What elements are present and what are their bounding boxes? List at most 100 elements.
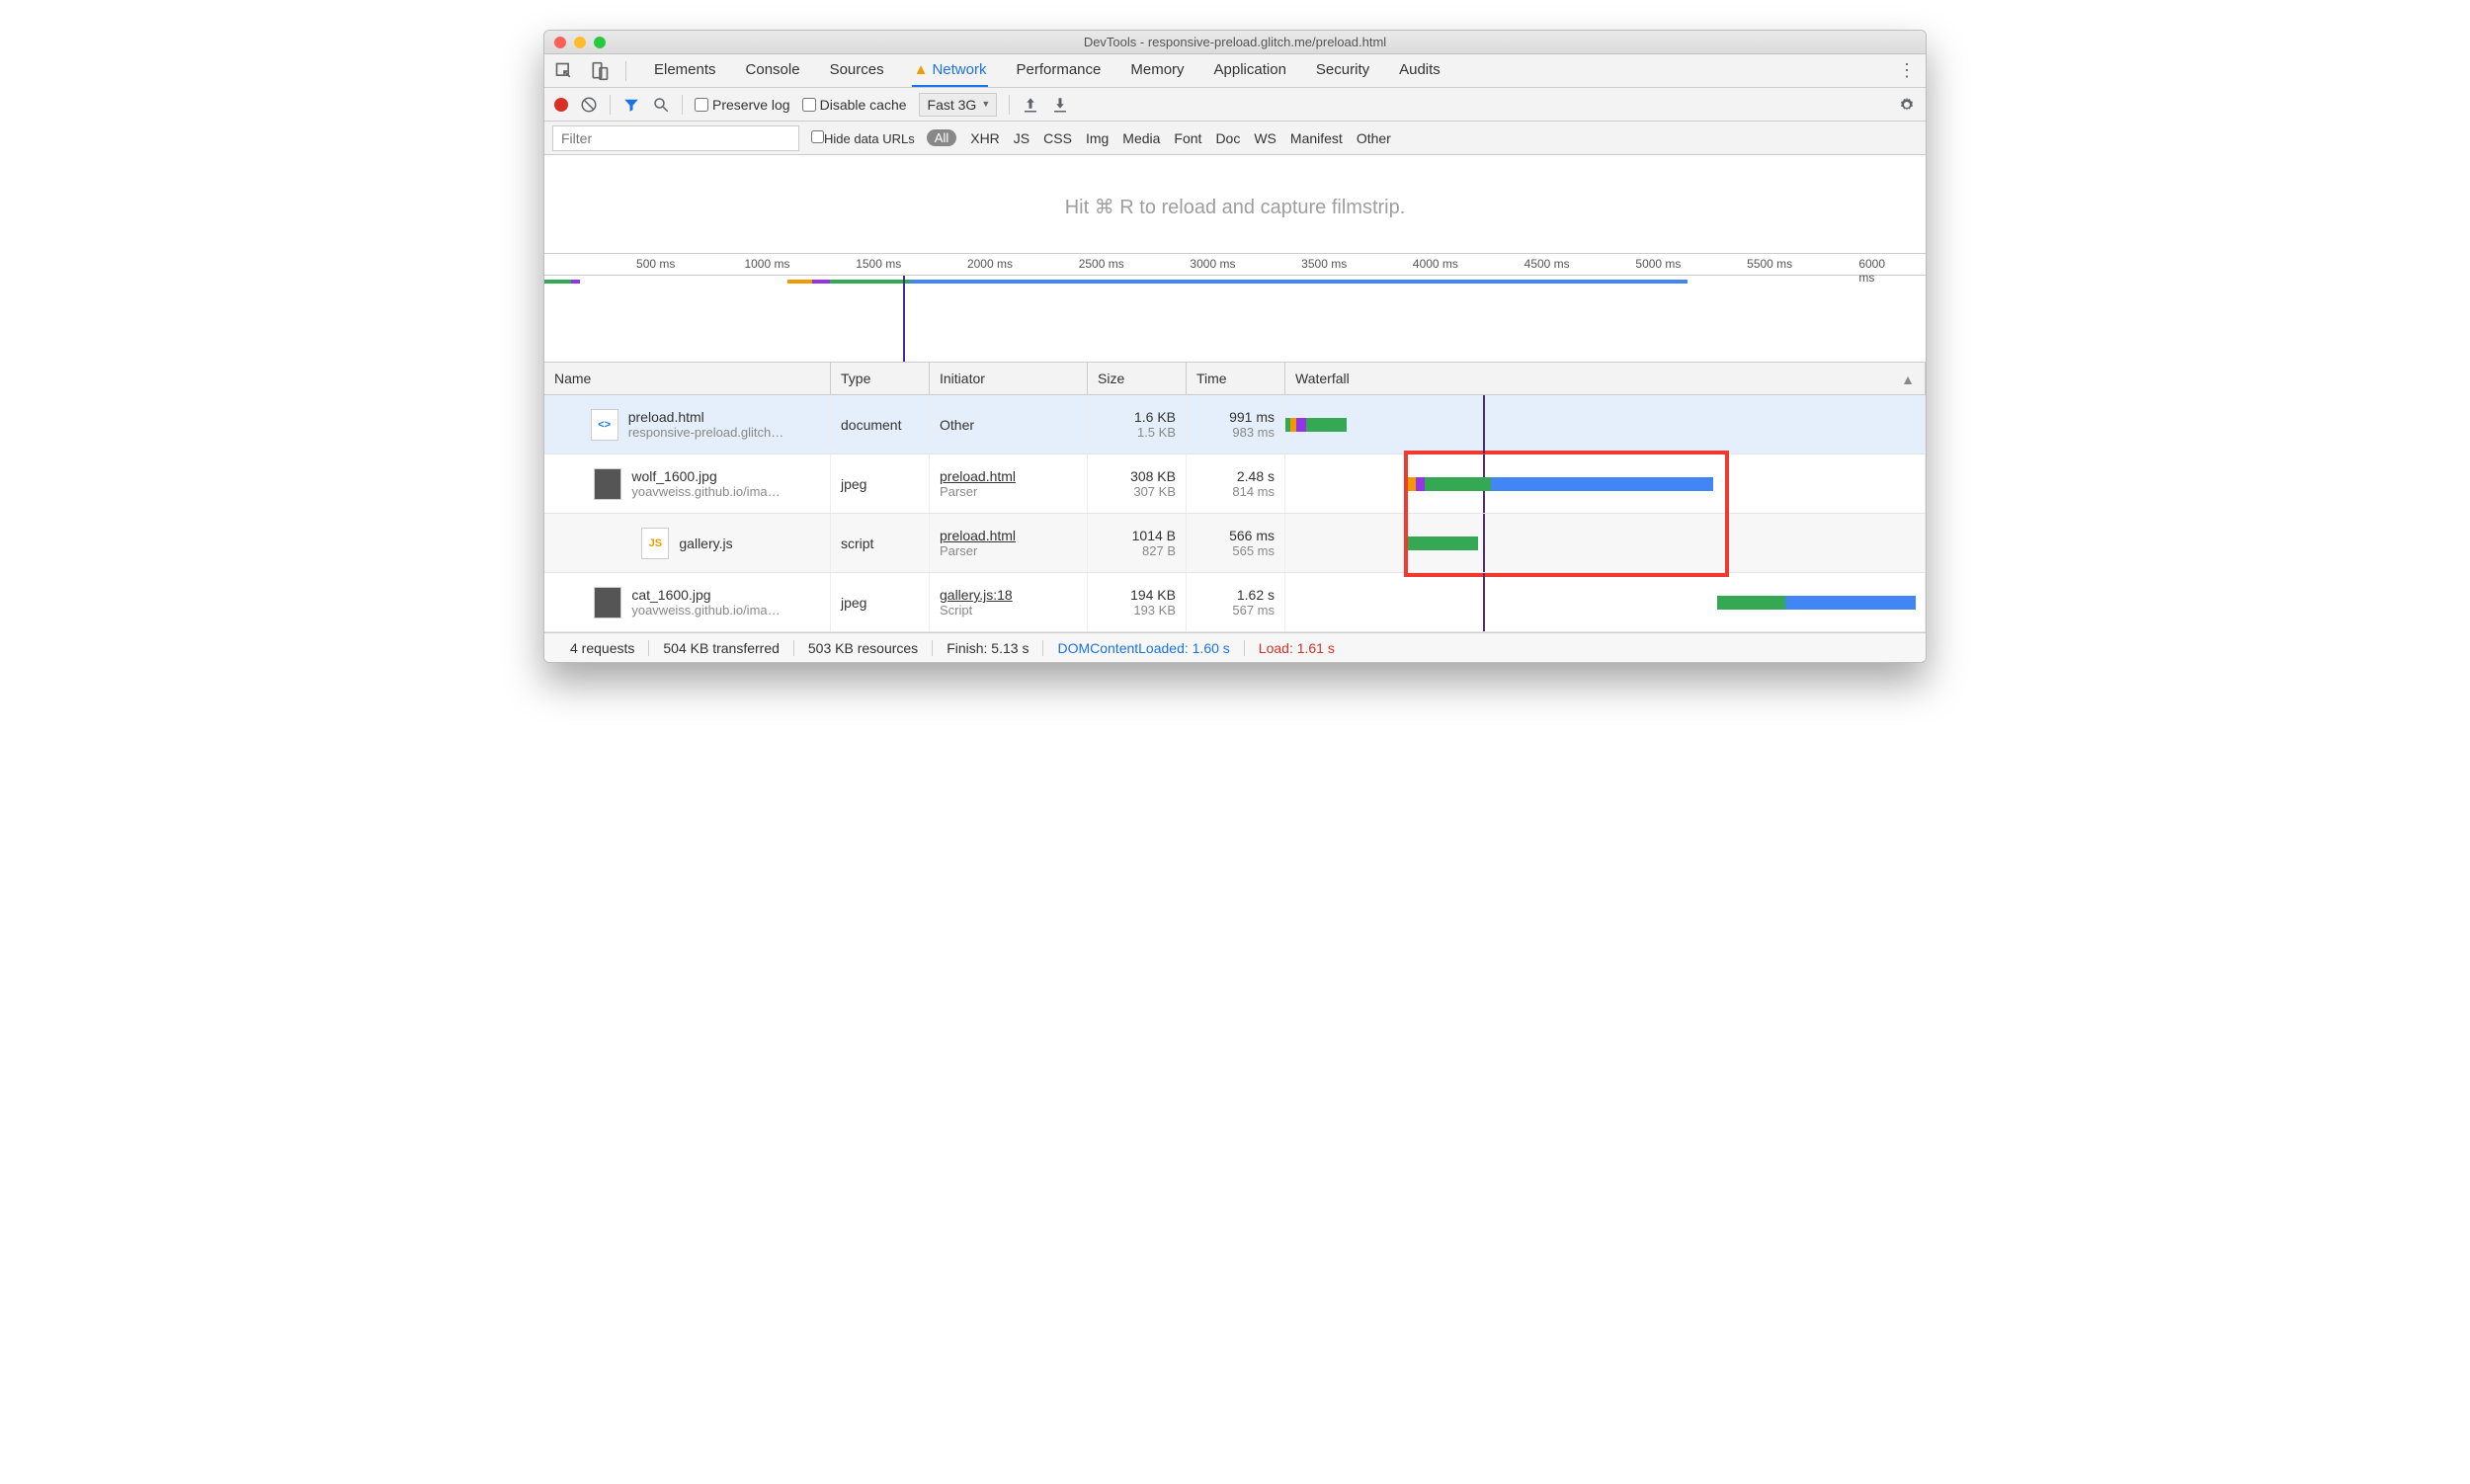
minimize-window[interactable]	[574, 37, 586, 48]
initiator-link[interactable]: preload.html	[940, 528, 1077, 543]
tab-performance[interactable]: Performance	[1014, 54, 1103, 87]
request-size: 1014 B827 B	[1088, 514, 1187, 572]
filter-type-all[interactable]: All	[927, 129, 956, 146]
filter-type-manifest[interactable]: Manifest	[1290, 130, 1343, 146]
request-name: wolf_1600.jpg	[631, 468, 780, 484]
upload-har-icon[interactable]	[1022, 96, 1039, 114]
table-row[interactable]: <>preload.htmlresponsive-preload.glitch……	[544, 395, 1926, 454]
filmstrip-hint: Hit ⌘ R to reload and capture filmstrip.	[544, 155, 1926, 254]
initiator-link[interactable]: gallery.js:18	[940, 587, 1077, 603]
status-bar: 4 requests 504 KB transferred 503 KB res…	[544, 632, 1926, 662]
tick: 5000 ms	[1635, 257, 1681, 271]
tab-memory[interactable]: Memory	[1128, 54, 1186, 87]
tab-audits[interactable]: Audits	[1397, 54, 1442, 87]
zoom-window[interactable]	[594, 37, 606, 48]
filter-type-doc[interactable]: Doc	[1215, 130, 1240, 146]
tick: 2500 ms	[1079, 257, 1124, 271]
tick: 4000 ms	[1413, 257, 1458, 271]
waterfall-bar	[1408, 477, 1415, 491]
divider	[1009, 95, 1010, 115]
traffic-lights	[544, 37, 606, 48]
search-icon[interactable]	[652, 96, 670, 114]
filter-type-js[interactable]: JS	[1014, 130, 1029, 146]
column-initiator[interactable]: Initiator	[930, 363, 1088, 394]
tick: 3000 ms	[1190, 257, 1235, 271]
record-button[interactable]	[554, 98, 568, 112]
request-type: script	[831, 514, 930, 572]
initiator-link[interactable]: preload.html	[940, 468, 1077, 484]
request-time: 566 ms565 ms	[1187, 514, 1285, 572]
panel-tabs: Elements Console Sources ▲Network Performanc…	[544, 54, 1926, 88]
timeline-overview[interactable]: 500 ms1000 ms1500 ms2000 ms2500 ms3000 m…	[544, 254, 1926, 363]
tick: 1000 ms	[744, 257, 789, 271]
request-initiator: preload.htmlParser	[930, 514, 1088, 572]
tick: 1500 ms	[856, 257, 901, 271]
column-name[interactable]: Name	[544, 363, 831, 394]
tab-application[interactable]: Application	[1212, 54, 1288, 87]
request-waterfall	[1285, 454, 1926, 513]
filter-type-other[interactable]: Other	[1357, 130, 1391, 146]
request-name: cat_1600.jpg	[631, 587, 780, 603]
table-row[interactable]: wolf_1600.jpgyoavweiss.github.io/ima…jpe…	[544, 454, 1926, 514]
tab-security[interactable]: Security	[1314, 54, 1371, 87]
column-waterfall[interactable]: Waterfall▲	[1285, 363, 1926, 394]
tab-network[interactable]: ▲Network	[912, 54, 989, 87]
close-window[interactable]	[554, 37, 566, 48]
column-time[interactable]: Time	[1187, 363, 1285, 394]
status-finish: Finish: 5.13 s	[933, 640, 1043, 656]
filter-type-css[interactable]: CSS	[1043, 130, 1072, 146]
request-initiator: gallery.js:18Script	[930, 573, 1088, 631]
status-requests: 4 requests	[556, 640, 649, 656]
divider	[682, 95, 683, 115]
filter-input[interactable]	[552, 125, 799, 151]
filter-bar: Hide data URLs All XHR JS CSS Img Media Font Do…	[544, 122, 1926, 155]
table-row[interactable]: JSgallery.jsscriptpreload.htmlParser1014…	[544, 514, 1926, 573]
disable-cache-checkbox[interactable]: Disable cache	[802, 97, 907, 113]
throttling-select[interactable]: Fast 3G	[919, 93, 998, 117]
table-header: Name Type Initiator Size Time Waterfall▲	[544, 363, 1926, 395]
tab-sources[interactable]: Sources	[828, 54, 886, 87]
request-size: 1.6 KB1.5 KB	[1088, 395, 1187, 453]
status-dcl: DOMContentLoaded: 1.60 s	[1043, 640, 1244, 656]
status-transferred: 504 KB transferred	[649, 640, 794, 656]
request-type: document	[831, 395, 930, 453]
more-menu-icon[interactable]: ⋮	[1898, 60, 1916, 81]
request-host: responsive-preload.glitch…	[628, 425, 784, 440]
clear-icon[interactable]	[580, 96, 598, 114]
filter-type-font[interactable]: Font	[1174, 130, 1201, 146]
request-type: jpeg	[831, 573, 930, 631]
tab-elements[interactable]: Elements	[652, 54, 718, 87]
divider	[625, 61, 626, 81]
waterfall-bar	[1408, 536, 1477, 550]
overview-bar	[544, 280, 571, 284]
waterfall-bar	[1296, 418, 1306, 432]
column-type[interactable]: Type	[831, 363, 930, 394]
overview-bar	[812, 280, 830, 284]
request-name: gallery.js	[679, 536, 732, 551]
request-time: 2.48 s814 ms	[1187, 454, 1285, 513]
overview-bar	[910, 280, 1688, 284]
device-toggle-icon[interactable]	[590, 61, 610, 81]
request-time: 991 ms983 ms	[1187, 395, 1285, 453]
filter-type-img[interactable]: Img	[1086, 130, 1109, 146]
request-name: preload.html	[628, 409, 784, 425]
inspect-icon[interactable]	[554, 61, 574, 81]
filter-type-xhr[interactable]: XHR	[970, 130, 1000, 146]
window-title: DevTools - responsive-preload.glitch.me/…	[544, 35, 1926, 49]
filter-icon[interactable]	[622, 96, 640, 114]
preserve-log-checkbox[interactable]: Preserve log	[695, 97, 790, 113]
request-time: 1.62 s567 ms	[1187, 573, 1285, 631]
tick: 4500 ms	[1524, 257, 1570, 271]
devtools-window: DevTools - responsive-preload.glitch.me/…	[543, 30, 1927, 663]
download-har-icon[interactable]	[1051, 96, 1069, 114]
request-initiator: Other	[930, 395, 1088, 453]
filter-type-ws[interactable]: WS	[1254, 130, 1276, 146]
hide-data-urls-checkbox[interactable]: Hide data URLs	[811, 130, 915, 146]
settings-icon[interactable]	[1898, 96, 1916, 114]
filter-type-media[interactable]: Media	[1122, 130, 1160, 146]
column-size[interactable]: Size	[1088, 363, 1187, 394]
table-row[interactable]: cat_1600.jpgyoavweiss.github.io/ima…jpeg…	[544, 573, 1926, 632]
tab-console[interactable]: Console	[744, 54, 802, 87]
tick: 2000 ms	[967, 257, 1013, 271]
warning-icon: ▲	[914, 61, 929, 78]
